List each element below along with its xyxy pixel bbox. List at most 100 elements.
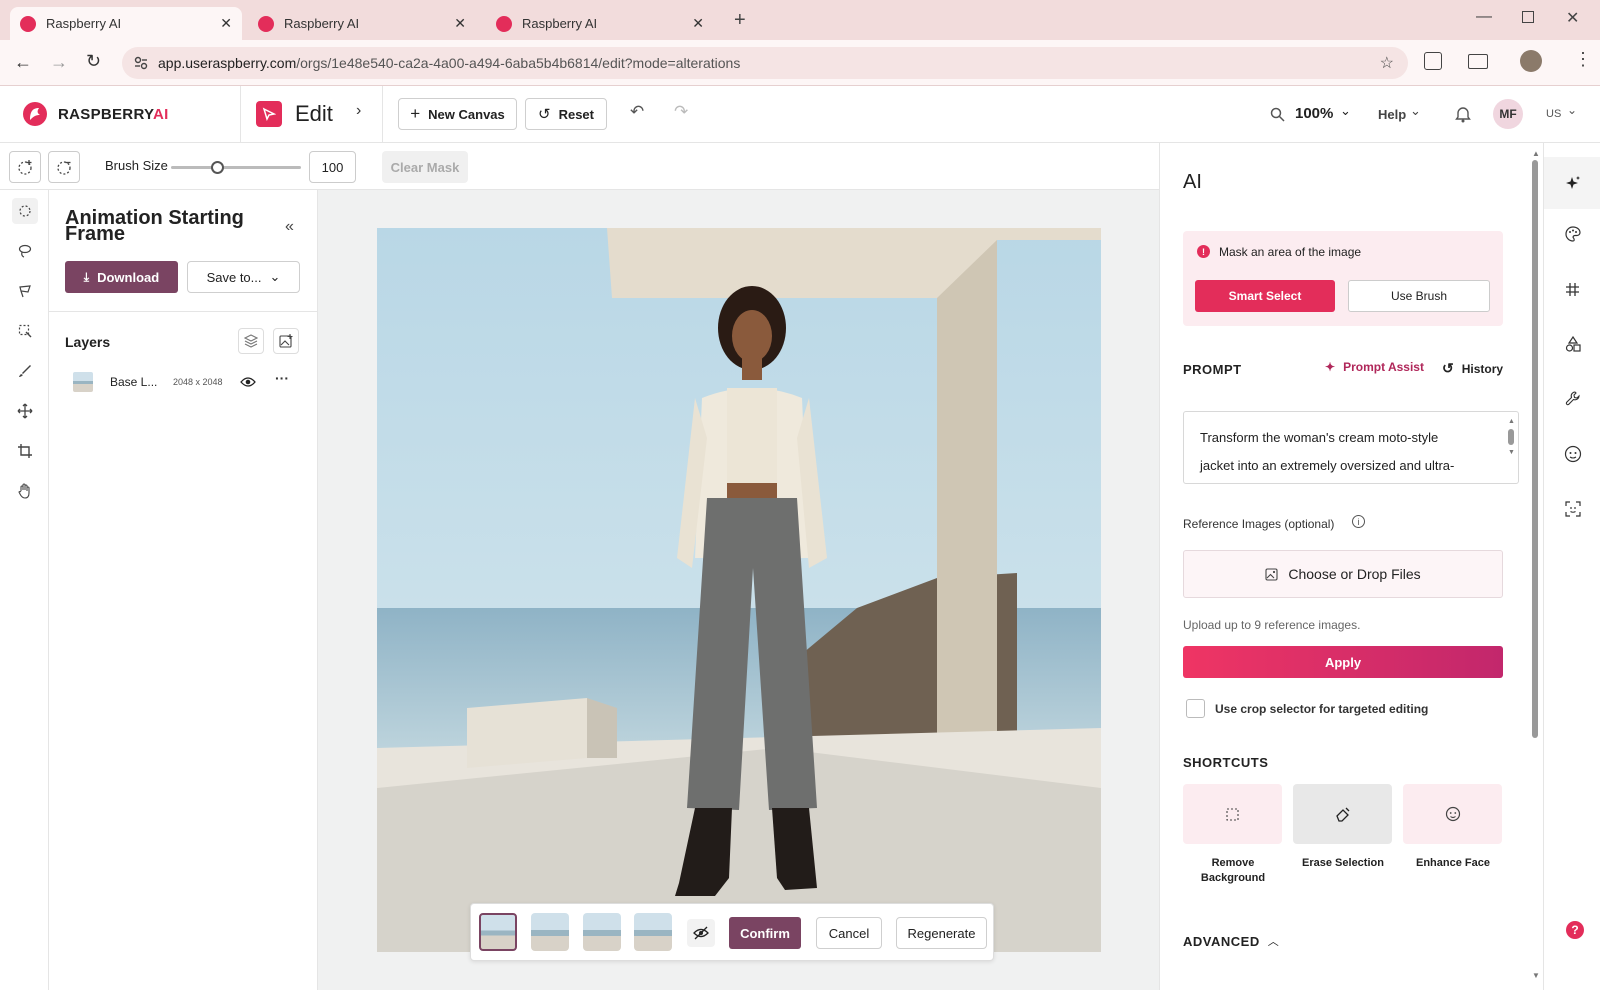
enhance-face-shortcut[interactable] — [1403, 784, 1502, 844]
ai-panel: AI ! Mask an area of the image Smart Sel… — [1159, 143, 1540, 990]
browser-tab-1[interactable]: Raspberry AI ✕ — [10, 7, 242, 40]
brush-size-slider[interactable] — [171, 161, 301, 174]
erase-selection-shortcut[interactable] — [1293, 784, 1392, 844]
clear-mask-button[interactable]: Clear Mask — [382, 151, 468, 183]
chevron-right-icon[interactable]: › — [356, 102, 361, 120]
history-button[interactable]: ↺ History — [1442, 360, 1503, 377]
remove-background-icon — [1226, 807, 1239, 821]
prompt-assist-button[interactable]: ✦ Prompt Assist — [1325, 360, 1424, 374]
browser-tab-2[interactable]: Raspberry AI ✕ — [248, 7, 476, 40]
notification-bell-icon[interactable] — [1455, 105, 1471, 123]
site-info-icon[interactable] — [134, 56, 148, 70]
close-tab-icon[interactable]: ✕ — [454, 15, 466, 32]
edit-mode-icon[interactable] — [256, 101, 282, 127]
regenerate-button[interactable]: Regenerate — [896, 917, 987, 949]
lasso-tool-icon[interactable] — [12, 238, 38, 264]
variant-thumbnail-1[interactable] — [479, 913, 517, 951]
slider-handle[interactable] — [210, 161, 224, 174]
new-tab-icon[interactable]: + — [734, 9, 746, 32]
use-brush-button[interactable]: Use Brush — [1348, 280, 1490, 312]
add-image-layer-icon[interactable] — [273, 328, 299, 354]
browser-menu-icon[interactable]: ⋮ — [1574, 50, 1592, 68]
smart-select-tool-icon[interactable] — [12, 198, 38, 224]
brush-size-input[interactable]: 100 — [309, 151, 356, 183]
redo-icon[interactable]: ↷ — [674, 102, 688, 122]
panel-scrollbar[interactable]: ▲ ▼ — [1532, 150, 1540, 980]
media-icon[interactable] — [1468, 54, 1488, 69]
browser-tab-3[interactable]: Raspberry AI ✕ — [486, 7, 714, 40]
variant-thumbnail-4[interactable] — [634, 913, 672, 951]
variant-bar: Confirm Cancel Regenerate — [470, 903, 994, 961]
polygon-lasso-tool-icon[interactable] — [12, 278, 38, 304]
smart-select-button[interactable]: Smart Select — [1195, 280, 1335, 312]
divider — [382, 86, 383, 142]
grid-pattern-icon[interactable] — [1565, 282, 1580, 297]
brand-logo[interactable]: RASPBERRYAI — [22, 101, 169, 127]
close-tab-icon[interactable]: ✕ — [692, 15, 704, 32]
wrench-icon[interactable] — [1565, 391, 1581, 407]
shortcut-label: Erase Selection — [1302, 857, 1384, 869]
zoom-level[interactable]: 100% — [1295, 105, 1333, 122]
help-menu[interactable]: Help — [1378, 107, 1406, 122]
reference-images-label: Reference Images (optional) — [1183, 517, 1335, 531]
prompt-scrollbar[interactable]: ▲ ▼ — [1508, 418, 1515, 456]
choose-files-dropzone[interactable]: Choose or Drop Files — [1183, 550, 1503, 598]
cancel-button[interactable]: Cancel — [816, 917, 882, 949]
face-icon[interactable] — [1564, 445, 1582, 463]
maximize-window-icon[interactable] — [1522, 11, 1534, 23]
prompt-textarea[interactable]: Transform the woman's cream moto-style j… — [1183, 411, 1519, 484]
variant-thumbnail-3[interactable] — [583, 913, 621, 951]
canvas-image[interactable] — [377, 228, 1101, 952]
chevron-down-icon[interactable]: ⌄ — [1410, 103, 1421, 119]
confirm-button[interactable]: Confirm — [729, 917, 801, 949]
user-avatar[interactable]: MF — [1493, 99, 1523, 129]
shapes-icon[interactable] — [1565, 336, 1581, 352]
crop-tool-icon[interactable] — [12, 438, 38, 464]
move-tool-icon[interactable] — [12, 398, 38, 424]
crop-selector-checkbox[interactable] — [1186, 699, 1205, 718]
rect-select-tool-icon[interactable] — [12, 318, 38, 344]
apply-button[interactable]: Apply — [1183, 646, 1503, 678]
reset-button[interactable]: ↺ Reset — [525, 98, 607, 130]
reload-icon[interactable]: ↻ — [86, 51, 101, 72]
extensions-icon[interactable] — [1424, 52, 1442, 70]
subtract-selection-icon[interactable] — [48, 151, 80, 183]
brush-tool-icon[interactable] — [12, 358, 38, 384]
hide-preview-icon[interactable] — [687, 919, 715, 947]
help-bubble-icon[interactable]: ? — [1566, 921, 1584, 939]
brush-toolbar: Brush Size 100 Clear Mask — [0, 143, 1159, 190]
close-window-icon[interactable]: ✕ — [1566, 8, 1579, 28]
raspberry-favicon-icon — [20, 15, 36, 32]
undo-icon[interactable]: ↶ — [630, 102, 644, 122]
zoom-search-icon[interactable] — [1270, 107, 1285, 122]
variant-thumbnail-2[interactable] — [531, 913, 569, 951]
url-field[interactable]: app.useraspberry.com/orgs/1e48e540-ca2a-… — [122, 47, 1408, 79]
forward-icon[interactable]: → — [50, 52, 68, 73]
chevron-down-icon[interactable]: ⌄ — [1340, 103, 1351, 119]
advanced-toggle[interactable]: ADVANCED ︿ — [1183, 933, 1279, 949]
layers-stack-icon[interactable] — [238, 328, 264, 354]
add-selection-icon[interactable] — [9, 151, 41, 183]
new-canvas-button[interactable]: + New Canvas — [398, 98, 517, 130]
bookmark-star-icon[interactable]: ☆ — [1380, 53, 1394, 73]
minimize-window-icon[interactable]: — — [1476, 8, 1492, 26]
profile-avatar-icon[interactable] — [1520, 50, 1542, 72]
layer-more-options-icon[interactable]: ··· — [275, 370, 289, 386]
close-tab-icon[interactable]: ✕ — [220, 15, 232, 32]
info-icon[interactable]: i — [1352, 515, 1365, 528]
remove-background-shortcut[interactable] — [1183, 784, 1282, 844]
locale-menu[interactable]: US — [1546, 108, 1561, 120]
eye-visibility-icon[interactable] — [240, 376, 256, 388]
hand-tool-icon[interactable] — [12, 478, 38, 504]
download-button[interactable]: ⤓ Download — [65, 261, 178, 293]
color-palette-icon[interactable] — [1565, 226, 1581, 242]
save-to-button[interactable]: Save to... ⌄ — [187, 261, 300, 293]
image-icon — [1265, 567, 1278, 581]
chevron-down-icon[interactable]: ⌄ — [1567, 103, 1577, 117]
layer-row[interactable]: Base L... 2048 x 2048 ··· — [65, 370, 305, 400]
canvas-area[interactable]: Confirm Cancel Regenerate — [318, 190, 1159, 990]
back-icon[interactable]: ← — [14, 52, 32, 73]
ai-tools-icon[interactable] — [1544, 157, 1600, 209]
face-scan-icon[interactable] — [1565, 501, 1581, 517]
collapse-panel-icon[interactable]: « — [285, 218, 294, 236]
